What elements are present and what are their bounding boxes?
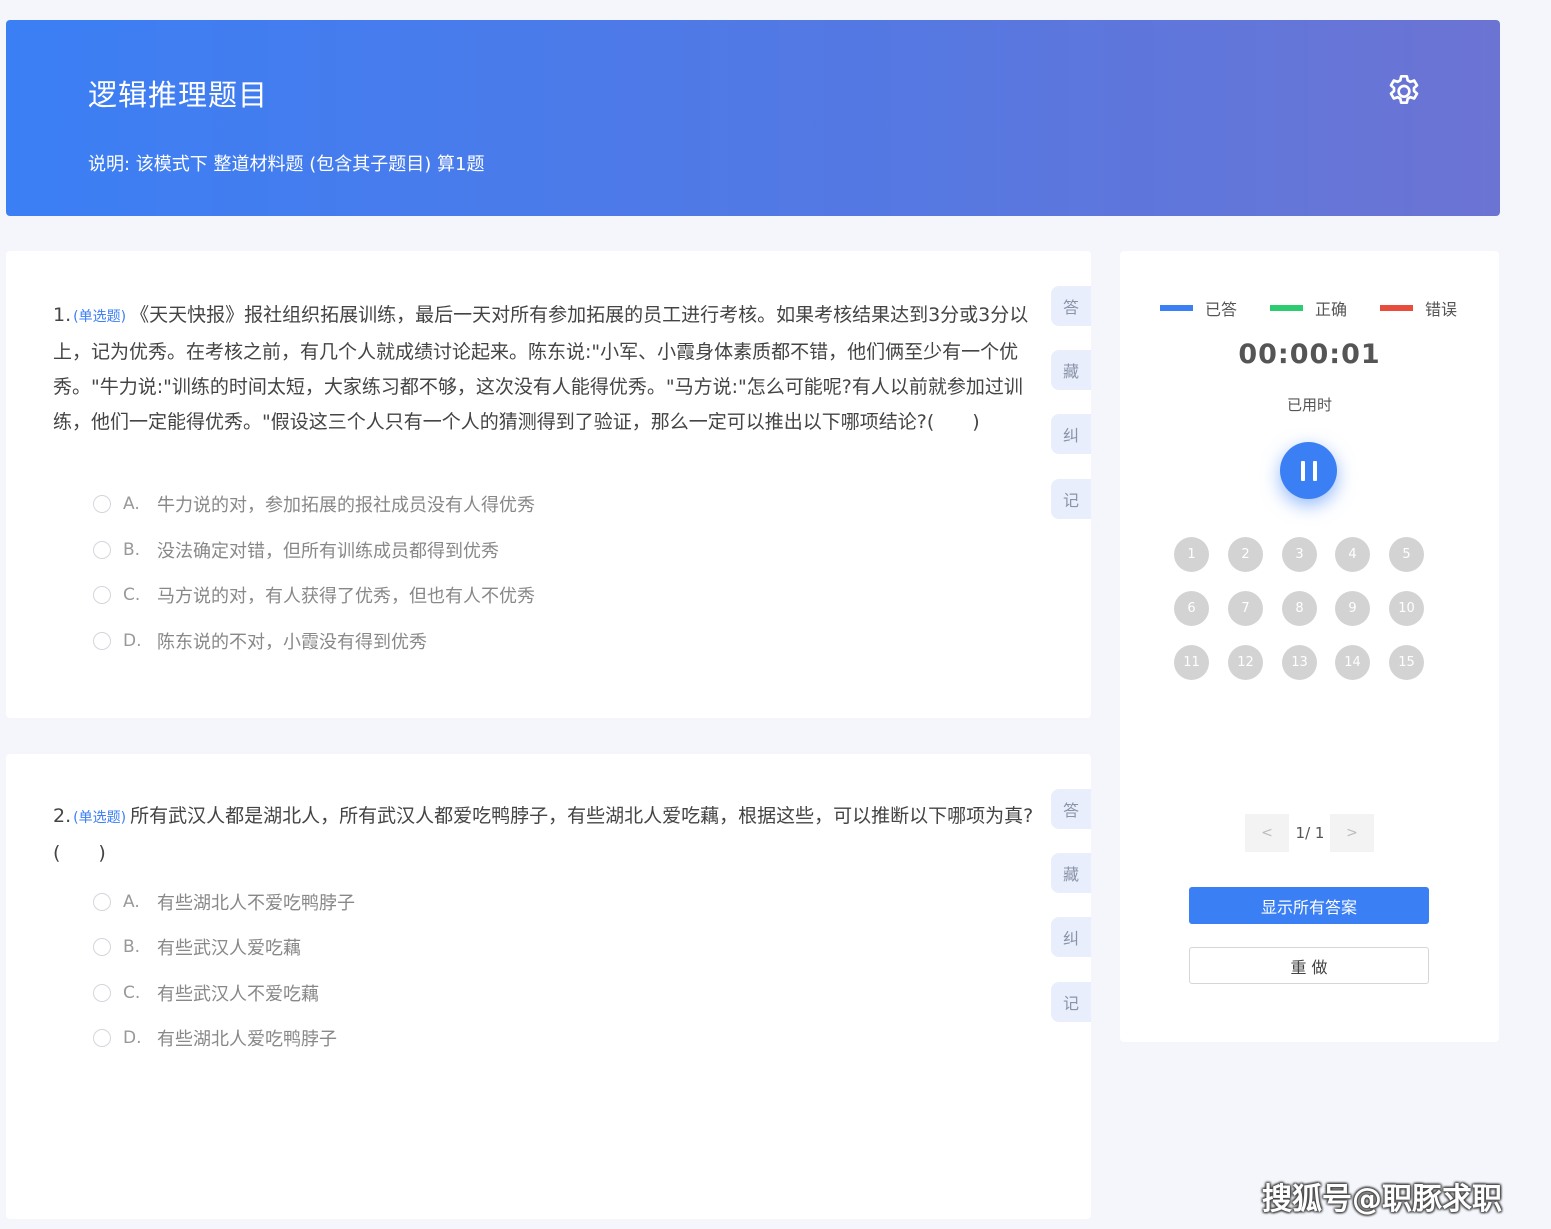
question-nav-6[interactable]: 6 xyxy=(1174,591,1209,626)
option-text: 有些湖北人爱吃鸭脖子 xyxy=(157,1029,337,1050)
legend-label: 正确 xyxy=(1315,300,1348,319)
prev-page-button[interactable]: < xyxy=(1245,814,1289,852)
radio-button[interactable] xyxy=(93,893,111,911)
question-number: 1. xyxy=(53,304,72,326)
question-nav-2[interactable]: 2 xyxy=(1228,537,1263,572)
option-b[interactable]: B. 有些武汉人爱吃藕 xyxy=(93,932,301,962)
note-tab[interactable]: 记 xyxy=(1051,479,1091,519)
option-d[interactable]: D. 有些湖北人爱吃鸭脖子 xyxy=(93,1023,337,1053)
correction-tab[interactable]: 纠 xyxy=(1051,917,1091,957)
legend-label: 已答 xyxy=(1205,300,1238,319)
favorite-tab[interactable]: 藏 xyxy=(1051,350,1091,390)
pause-button[interactable] xyxy=(1280,442,1337,499)
pause-icon xyxy=(1300,460,1305,481)
elapsed-timer: 00:00:01 xyxy=(1238,339,1381,370)
legend-correct: 正确 xyxy=(1270,296,1347,320)
option-text: 没法确定对错，但所有训练成员都得到优秀 xyxy=(157,541,499,562)
legend-swatch xyxy=(1380,305,1413,311)
radio-button[interactable] xyxy=(93,495,111,513)
option-text: 马方说的对，有人获得了优秀，但也有人不优秀 xyxy=(157,586,535,607)
question-nav-10[interactable]: 10 xyxy=(1389,591,1424,626)
legend-label: 错误 xyxy=(1425,300,1458,319)
question-stem: 所有武汉人都是湖北人，所有武汉人都爱吃鸭脖子，有些湖北人爱吃藕，根据这些，可以推… xyxy=(53,805,1034,864)
legend-wrong: 错误 xyxy=(1380,296,1457,320)
page-indicator: 1/ 1 xyxy=(1295,824,1325,842)
question-number: 2. xyxy=(53,805,72,827)
answer-tab[interactable]: 答 xyxy=(1051,286,1091,326)
question-card-2: 2. (单选题) 所有武汉人都是湖北人，所有武汉人都爱吃鸭脖子，有些湖北人爱吃藕，根… xyxy=(6,754,1091,1219)
option-c[interactable]: C. 马方说的对，有人获得了优秀，但也有人不优秀 xyxy=(93,580,535,610)
question-stem: 《天天快报》报社组织拓展训练，最后一天对所有参加拓展的员工进行考核。如果考核结果… xyxy=(53,304,1029,433)
option-letter: D. xyxy=(123,631,142,651)
option-text: 牛力说的对，参加拓展的报社成员没有人得优秀 xyxy=(157,495,535,516)
redo-button[interactable]: 重 做 xyxy=(1189,947,1429,984)
pagination: < 1/ 1 > xyxy=(1120,814,1499,852)
legend-swatch xyxy=(1270,305,1303,311)
answer-tab[interactable]: 答 xyxy=(1051,789,1091,829)
question-nav-1[interactable]: 1 xyxy=(1174,537,1209,572)
note-tab[interactable]: 记 xyxy=(1051,982,1091,1022)
question-type-badge: (单选题) xyxy=(73,810,127,826)
question-2-text: 2. (单选题) 所有武汉人都是湖北人，所有武汉人都爱吃鸭脖子，有些湖北人爱吃藕，根… xyxy=(53,799,1048,871)
question-nav-14[interactable]: 14 xyxy=(1335,645,1370,680)
legend-answered: 已答 xyxy=(1160,296,1237,320)
question-nav-8[interactable]: 8 xyxy=(1282,591,1317,626)
option-text: 有些武汉人不爱吃藕 xyxy=(157,984,319,1005)
radio-button[interactable] xyxy=(93,586,111,604)
gear-icon[interactable] xyxy=(1384,72,1424,112)
radio-button[interactable] xyxy=(93,938,111,956)
mode-description: 说明: 该模式下 整道材料题 (包含其子题目) 算1题 xyxy=(88,154,485,175)
radio-button[interactable] xyxy=(93,1029,111,1047)
question-nav-12[interactable]: 12 xyxy=(1228,645,1263,680)
option-a[interactable]: A. 牛力说的对，参加拓展的报社成员没有人得优秀 xyxy=(93,489,535,519)
question-1-text: 1. (单选题) 《天天快报》报社组织拓展训练，最后一天对所有参加拓展的员工进行考核… xyxy=(53,298,1048,440)
favorite-tab[interactable]: 藏 xyxy=(1051,853,1091,893)
radio-button[interactable] xyxy=(93,632,111,650)
question-nav-11[interactable]: 11 xyxy=(1174,645,1209,680)
option-letter: A. xyxy=(123,892,140,912)
option-a[interactable]: A. 有些湖北人不爱吃鸭脖子 xyxy=(93,887,355,917)
option-letter: B. xyxy=(123,540,141,560)
option-letter: D. xyxy=(123,1028,142,1048)
answer-sheet-panel: 已答 正确 错误 00:00:01 已用时 1 2 3 4 5 6 7 8 9 … xyxy=(1120,251,1499,1042)
question-card-1: 1. (单选题) 《天天快报》报社组织拓展训练，最后一天对所有参加拓展的员工进行考核… xyxy=(6,251,1091,718)
option-d[interactable]: D. 陈东说的不对，小霞没有得到优秀 xyxy=(93,626,427,656)
option-letter: C. xyxy=(123,585,141,605)
option-letter: A. xyxy=(123,494,140,514)
question-nav-9[interactable]: 9 xyxy=(1335,591,1370,626)
radio-button[interactable] xyxy=(93,984,111,1002)
option-text: 有些湖北人不爱吃鸭脖子 xyxy=(157,893,355,914)
question-type-badge: (单选题) xyxy=(73,309,127,325)
next-page-button[interactable]: > xyxy=(1330,814,1374,852)
option-text: 陈东说的不对，小霞没有得到优秀 xyxy=(157,632,427,653)
question-nav-3[interactable]: 3 xyxy=(1282,537,1317,572)
legend-swatch xyxy=(1160,305,1193,311)
watermark: 搜狐号@职豚求职 xyxy=(1262,1182,1502,1217)
timer-label: 已用时 xyxy=(1286,396,1332,414)
option-letter: C. xyxy=(123,983,141,1003)
option-b[interactable]: B. 没法确定对错，但所有训练成员都得到优秀 xyxy=(93,535,499,565)
option-c[interactable]: C. 有些武汉人不爱吃藕 xyxy=(93,978,319,1008)
correction-tab[interactable]: 纠 xyxy=(1051,414,1091,454)
option-text: 有些武汉人爱吃藕 xyxy=(157,938,301,959)
question-nav-5[interactable]: 5 xyxy=(1389,537,1424,572)
question-nav-13[interactable]: 13 xyxy=(1282,645,1317,680)
header-banner: 逻辑推理题目 说明: 该模式下 整道材料题 (包含其子题目) 算1题 xyxy=(6,20,1500,216)
question-nav-4[interactable]: 4 xyxy=(1335,537,1370,572)
show-all-answers-button[interactable]: 显示所有答案 xyxy=(1189,887,1429,924)
option-letter: B. xyxy=(123,937,141,957)
pause-icon xyxy=(1312,460,1317,481)
radio-button[interactable] xyxy=(93,541,111,559)
question-nav-7[interactable]: 7 xyxy=(1228,591,1263,626)
page-title: 逻辑推理题目 xyxy=(88,78,269,112)
question-nav-15[interactable]: 15 xyxy=(1389,645,1424,680)
